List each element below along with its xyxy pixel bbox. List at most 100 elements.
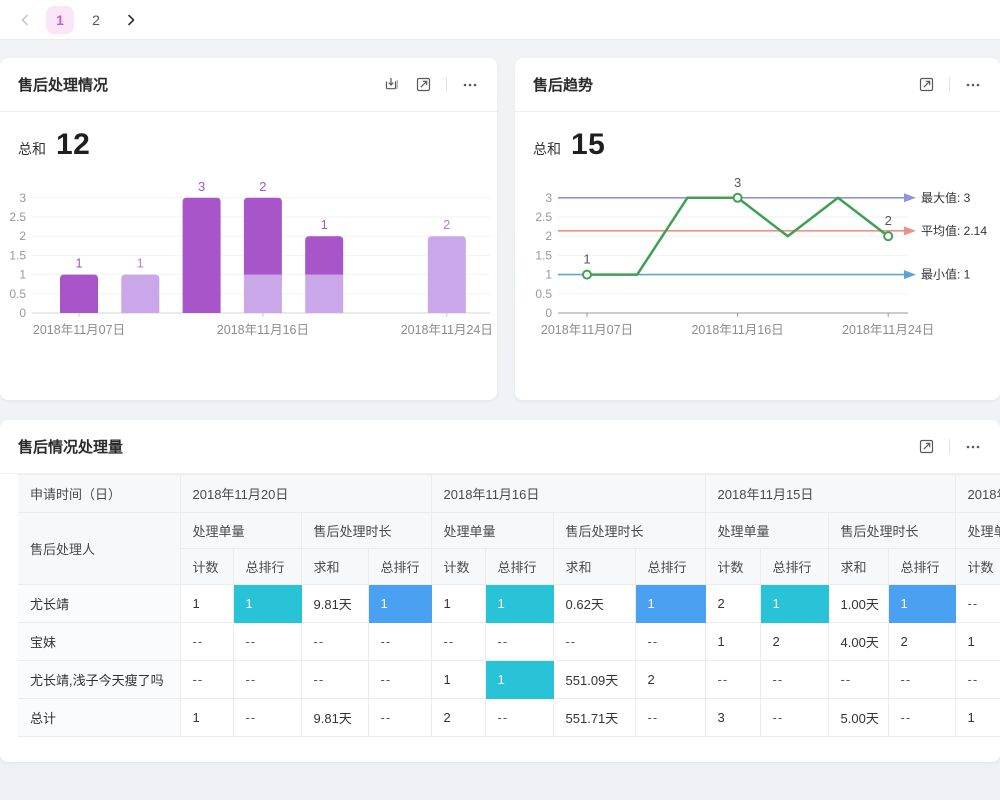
bar-segment[interactable] <box>305 275 343 313</box>
bar-value-label: 1 <box>321 217 328 232</box>
table-cell: -- <box>485 623 553 661</box>
card-title: 售后趋势 <box>533 74 593 95</box>
table-cell: -- <box>233 699 301 737</box>
bar-segment[interactable] <box>183 198 221 313</box>
table-date-header: 2018年11月16日 <box>431 475 705 513</box>
max-arrow-icon <box>904 193 916 202</box>
y-axis-tick-label: 3 <box>545 191 552 205</box>
more-icon[interactable] <box>964 76 982 94</box>
bar-segment[interactable] <box>305 236 343 274</box>
table-cell: 2 <box>635 661 705 699</box>
table-cell: 1 <box>888 585 955 623</box>
table-sub-header: 总排行 <box>368 549 431 585</box>
bar-segment[interactable] <box>244 198 282 275</box>
bar-value-label: 2 <box>443 217 450 232</box>
card-actions <box>917 438 982 456</box>
table-cell: 2 <box>760 623 828 661</box>
table-cell: -- <box>705 661 760 699</box>
table-cell: 0.62天 <box>553 585 635 623</box>
open-external-icon[interactable] <box>917 438 935 456</box>
table-cell: -- <box>368 699 431 737</box>
card-actions <box>917 76 982 94</box>
prev-page-button[interactable] <box>12 7 38 33</box>
table-cell: 1 <box>431 661 485 699</box>
more-icon[interactable] <box>964 438 982 456</box>
bar-segment[interactable] <box>121 275 159 313</box>
card-title: 售后情况处理量 <box>18 436 123 457</box>
table-row-name: 尤长靖 <box>18 585 180 623</box>
card-header: 售后趋势 <box>515 58 1000 112</box>
x-axis-tick-label: 2018年11月24日 <box>401 323 493 337</box>
bar-segment[interactable] <box>428 236 466 313</box>
table-cell: 1 <box>485 585 553 623</box>
divider <box>446 77 447 92</box>
table-row: 尤长靖,浅子今天瘦了吗--------11551.09天2---------- <box>18 661 1000 699</box>
table-cell: 1 <box>760 585 828 623</box>
table-cell: 1 <box>635 585 705 623</box>
table-cell: -- <box>301 623 368 661</box>
table-sub-header: 计数 <box>431 549 485 585</box>
y-axis-tick-label: 0 <box>545 306 552 320</box>
stacked-bar-chart: 00.511.522.53113121122018年11月07日2018年11月… <box>0 168 497 363</box>
y-axis-tick-label: 1.5 <box>9 248 26 262</box>
table-cell: -- <box>760 661 828 699</box>
table-cell: 1 <box>955 699 1000 737</box>
y-axis-tick-label: 2.5 <box>535 210 552 224</box>
table-cell: -- <box>180 661 233 699</box>
table-cell: -- <box>635 699 705 737</box>
table-cell: -- <box>301 661 368 699</box>
x-axis-tick-label: 2018年11月16日 <box>217 323 309 337</box>
y-axis-tick-label: 2 <box>545 229 552 243</box>
card-header: 售后情况处理量 <box>0 420 1000 474</box>
table-row: 尤长靖119.81天1110.62天1211.00天1-- <box>18 585 1000 623</box>
min-reference-label: 最小值: 1 <box>921 267 971 282</box>
avg-arrow-icon <box>904 226 916 235</box>
y-axis-tick-label: 0.5 <box>535 287 552 301</box>
table-metric-header: 处理单量 <box>705 513 828 549</box>
open-external-icon[interactable] <box>917 76 935 94</box>
bar-value-label: 1 <box>137 256 144 271</box>
table-sub-header: 总排行 <box>233 549 301 585</box>
bar-segment[interactable] <box>244 275 282 313</box>
bar-segment[interactable] <box>60 275 98 313</box>
data-point-marker[interactable] <box>734 194 742 202</box>
table-metric-header: 处理单量 <box>180 513 301 549</box>
summary-label: 总和 <box>18 139 46 159</box>
table-cell: 1.00天 <box>828 585 888 623</box>
more-icon[interactable] <box>461 76 479 94</box>
table-cell: 4.00天 <box>828 623 888 661</box>
data-point-marker[interactable] <box>583 271 591 279</box>
table-date-header: 2018年 <box>955 475 1000 513</box>
table-cell: 1 <box>368 585 431 623</box>
summary: 总和 15 <box>515 112 1000 162</box>
open-external-icon[interactable] <box>414 76 432 94</box>
card-header: 售后处理情况 <box>0 58 497 112</box>
data-point-label: 3 <box>734 175 741 190</box>
max-reference-label: 最大值: 3 <box>921 190 971 205</box>
table-cell: 2 <box>888 623 955 661</box>
table-cell: -- <box>233 661 301 699</box>
table-corner-person-label: 售后处理人 <box>18 513 180 585</box>
table-cell: 1 <box>431 585 485 623</box>
download-icon[interactable] <box>382 76 400 94</box>
page-1-button[interactable]: 1 <box>46 6 74 34</box>
pivot-table: 申请时间（日）2018年11月20日2018年11月16日2018年11月15日… <box>18 474 1000 737</box>
table-cell: 1 <box>705 623 760 661</box>
table-sub-header: 总排行 <box>635 549 705 585</box>
page-2-button[interactable]: 2 <box>82 6 110 34</box>
data-point-label: 2 <box>885 213 892 228</box>
data-point-marker[interactable] <box>884 232 892 240</box>
x-axis-tick-label: 2018年11月24日 <box>842 323 934 337</box>
min-arrow-icon <box>904 270 916 279</box>
table-cell: 9.81天 <box>301 699 368 737</box>
table-sub-header: 总排行 <box>485 549 553 585</box>
y-axis-tick-label: 0 <box>19 306 26 320</box>
x-axis-tick-label: 2018年11月07日 <box>33 323 125 337</box>
table-row: 总计1--9.81天--2--551.71天--3--5.00天--1 <box>18 699 1000 737</box>
table-cell: -- <box>431 623 485 661</box>
table-sub-header: 计数 <box>705 549 760 585</box>
table-row-name: 尤长靖,浅子今天瘦了吗 <box>18 661 180 699</box>
next-page-button[interactable] <box>118 7 144 33</box>
table-cell: 1 <box>180 585 233 623</box>
table-sub-header: 计数 <box>955 549 1000 585</box>
